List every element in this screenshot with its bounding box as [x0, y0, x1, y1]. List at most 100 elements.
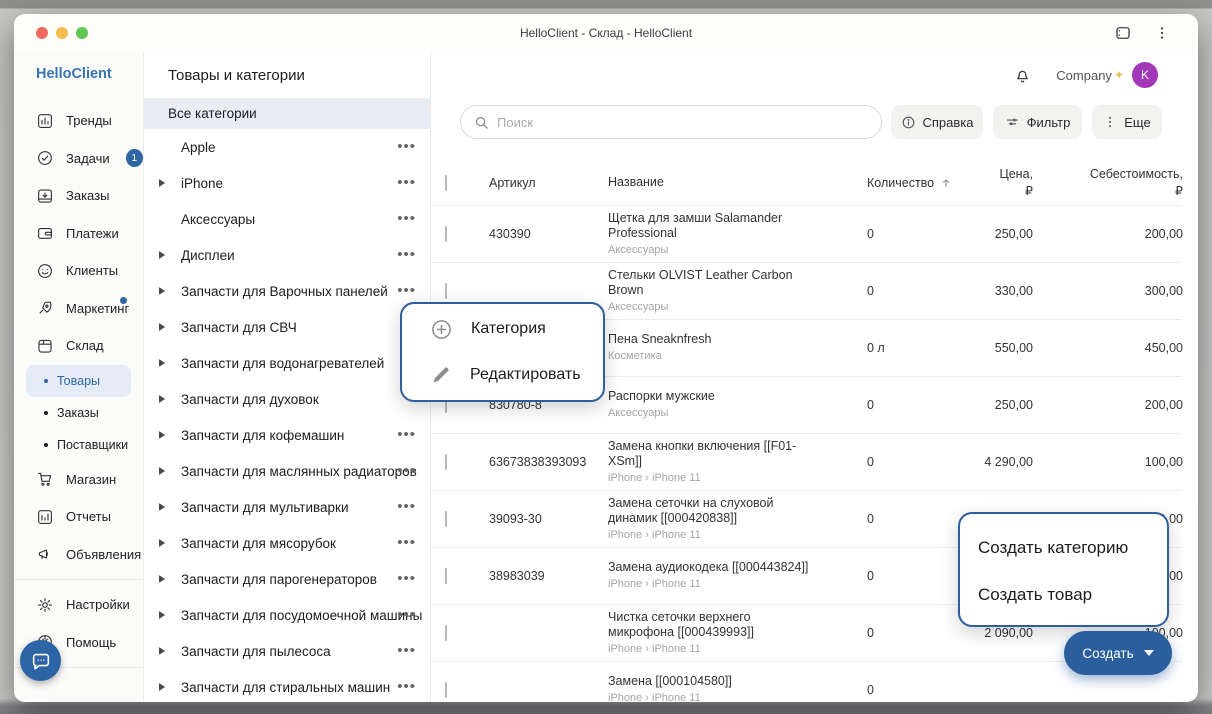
chevron-right-icon[interactable]: [159, 683, 165, 691]
more-button[interactable]: Еще: [1092, 105, 1162, 139]
chevron-right-icon[interactable]: [159, 323, 165, 331]
minimize-window-button[interactable]: [56, 27, 68, 39]
category-kebab-icon[interactable]: •••: [397, 251, 416, 259]
row-checkbox[interactable]: [445, 625, 447, 641]
chevron-right-icon[interactable]: [159, 431, 165, 439]
cell-cost: 300,00: [1033, 284, 1183, 298]
menu-item-create-category[interactable]: Создать категорию: [978, 524, 1167, 571]
cell-price: 250,00: [913, 398, 1033, 412]
category-kebab-icon[interactable]: •••: [397, 431, 416, 439]
category-label: Запчасти для посудомоечной машины: [181, 608, 422, 623]
row-checkbox[interactable]: [445, 226, 447, 242]
chat-widget-button[interactable]: [20, 640, 61, 681]
category-kebab-icon[interactable]: •••: [397, 143, 416, 151]
zoom-window-button[interactable]: [76, 27, 88, 39]
category-kebab-icon[interactable]: •••: [397, 287, 416, 295]
check-circle-icon: [36, 149, 54, 167]
category-item[interactable]: Apple•••: [144, 129, 430, 165]
company-menu[interactable]: Company: [1056, 68, 1112, 83]
category-item[interactable]: Дисплеи•••: [144, 237, 430, 273]
sidebar-item-payments[interactable]: Платежи: [14, 215, 143, 253]
sidebar-item-marketing[interactable]: Маркетинг: [14, 290, 143, 328]
sidebar-subitem-products[interactable]: Товары: [26, 365, 131, 397]
cell-quantity: 0 л: [823, 341, 913, 355]
sidebar-item-tasks[interactable]: Задачи1: [14, 140, 143, 178]
select-all-checkbox[interactable]: [445, 175, 447, 191]
sidebar-item-settings[interactable]: Настройки: [14, 586, 143, 624]
chevron-right-icon[interactable]: [159, 539, 165, 547]
category-kebab-icon[interactable]: •••: [397, 647, 416, 655]
chevron-right-icon[interactable]: [159, 359, 165, 367]
row-checkbox[interactable]: [445, 568, 447, 584]
menu-item-edit[interactable]: Редактировать: [402, 353, 603, 397]
sidebar-item-clients[interactable]: Клиенты: [14, 252, 143, 290]
category-kebab-icon[interactable]: •••: [397, 683, 416, 691]
menu-item-add-category[interactable]: Категория: [402, 307, 603, 351]
bell-icon[interactable]: [1013, 66, 1032, 85]
category-kebab-icon[interactable]: •••: [397, 179, 416, 187]
chevron-right-icon[interactable]: [159, 611, 165, 619]
cell-category: Аксессуары: [608, 244, 813, 258]
chevron-right-icon[interactable]: [159, 647, 165, 655]
chevron-right-icon[interactable]: [159, 467, 165, 475]
search-input[interactable]: [497, 115, 881, 130]
category-item[interactable]: Запчасти для духовок: [144, 381, 430, 417]
category-item[interactable]: Запчасти для мясорубок•••: [144, 525, 430, 561]
sidebar-item-reports[interactable]: Отчеты: [14, 498, 143, 536]
table-row[interactable]: 63673838393093Замена кнопки включения [[…: [431, 434, 1182, 491]
category-item[interactable]: iPhone•••: [144, 165, 430, 201]
category-item[interactable]: Аксессуары•••: [144, 201, 430, 237]
sidebar-item-shop[interactable]: Магазин: [14, 461, 143, 499]
category-item[interactable]: Запчасти для мультиварки•••: [144, 489, 430, 525]
category-item[interactable]: Запчасти для маслянных радиаторов•••: [144, 453, 430, 489]
header-quantity[interactable]: Количество: [823, 176, 913, 190]
help-button[interactable]: Справка: [891, 105, 983, 139]
filter-button[interactable]: Фильтр: [993, 105, 1082, 139]
category-item[interactable]: Запчасти для пылесоса•••: [144, 633, 430, 669]
chevron-right-icon[interactable]: [159, 503, 165, 511]
close-window-button[interactable]: [36, 27, 48, 39]
category-kebab-icon[interactable]: •••: [397, 539, 416, 547]
chevron-right-icon[interactable]: [159, 287, 165, 295]
category-kebab-icon[interactable]: •••: [397, 467, 416, 475]
pip-icon[interactable]: [1114, 24, 1132, 42]
category-item[interactable]: Запчасти для кофемашин•••: [144, 417, 430, 453]
category-item[interactable]: Запчасти для Варочных панелей•••: [144, 273, 430, 309]
row-checkbox[interactable]: [445, 682, 447, 698]
chevron-right-icon[interactable]: [159, 575, 165, 583]
sidebar-item-announcements[interactable]: Объявления: [14, 536, 143, 574]
search-box[interactable]: [460, 105, 882, 139]
kebab-menu-icon[interactable]: [1154, 25, 1170, 41]
create-button[interactable]: Создать: [1064, 631, 1172, 675]
menu-item-create-product[interactable]: Создать товар: [978, 571, 1167, 618]
row-checkbox[interactable]: [445, 454, 447, 470]
row-checkbox[interactable]: [445, 283, 447, 299]
chevron-right-icon[interactable]: [159, 251, 165, 259]
category-item[interactable]: Запчасти для стиральных машин•••: [144, 669, 430, 702]
cell-quantity: 0: [823, 512, 913, 526]
sidebar-item-orders[interactable]: Заказы: [14, 177, 143, 215]
category-item[interactable]: Запчасти для СВЧ: [144, 309, 430, 345]
category-item[interactable]: Запчасти для посудомоечной машины•••: [144, 597, 430, 633]
category-kebab-icon[interactable]: •••: [397, 503, 416, 511]
row-checkbox[interactable]: [445, 511, 447, 527]
category-label: Запчасти для маслянных радиаторов: [181, 464, 417, 479]
sidebar-item-label: Помощь: [66, 635, 116, 650]
sidebar-item-trends[interactable]: Тренды: [14, 102, 143, 140]
category-all[interactable]: Все категории: [144, 98, 430, 129]
table-row[interactable]: 430390Щетка для замши Salamander Profess…: [431, 206, 1182, 263]
chevron-right-icon[interactable]: [159, 395, 165, 403]
category-kebab-icon[interactable]: •••: [397, 611, 416, 619]
sidebar-item-label: Заказы: [66, 188, 109, 203]
avatar[interactable]: K: [1132, 62, 1158, 88]
category-item[interactable]: Запчасти для парогенераторов•••: [144, 561, 430, 597]
sidebar-subitem-suppliers[interactable]: Поставщики: [26, 429, 131, 461]
app-logo[interactable]: HelloClient: [14, 66, 143, 82]
sidebar-item-warehouse[interactable]: Склад: [14, 327, 143, 365]
category-item[interactable]: Запчасти для водонагревателей: [144, 345, 430, 381]
main-header: Company ✦ K: [431, 52, 1198, 98]
chevron-right-icon[interactable]: [159, 179, 165, 187]
category-kebab-icon[interactable]: •••: [397, 575, 416, 583]
category-kebab-icon[interactable]: •••: [397, 215, 416, 223]
sidebar-subitem-warehouse-orders[interactable]: Заказы: [26, 397, 131, 429]
